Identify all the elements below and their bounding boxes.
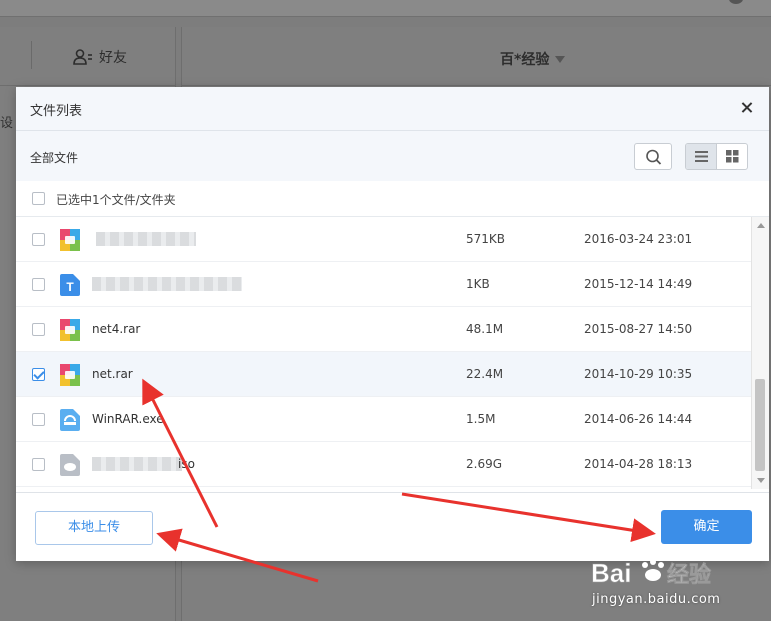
list-view-button[interactable] bbox=[686, 144, 717, 169]
file-size: 571KB bbox=[466, 232, 506, 246]
exe-file-icon bbox=[60, 409, 80, 431]
grid-view-button[interactable] bbox=[717, 144, 747, 169]
file-checkbox[interactable] bbox=[32, 458, 45, 471]
disk-file-icon bbox=[60, 454, 80, 476]
file-row[interactable]: T 1KB 2015-12-14 14:49 bbox=[16, 262, 751, 307]
tab-separator bbox=[31, 41, 32, 69]
friends-label: 好友 bbox=[99, 50, 127, 66]
background-settings-fragment: 设 bbox=[0, 116, 14, 131]
file-name[interactable]: iso bbox=[178, 457, 195, 471]
file-size: 48.1M bbox=[466, 322, 504, 336]
selection-summary: 已选中1个文件/文件夹 bbox=[56, 193, 176, 207]
archive-file-icon bbox=[60, 364, 80, 386]
file-list-scrollbar[interactable] bbox=[751, 217, 769, 489]
close-icon[interactable] bbox=[739, 100, 755, 116]
breadcrumb[interactable]: 全部文件 bbox=[30, 149, 78, 166]
file-name[interactable]: net.rar bbox=[92, 367, 133, 381]
obscured-file-name bbox=[96, 232, 196, 246]
scroll-up-icon[interactable] bbox=[757, 223, 765, 228]
svg-text:经验: 经验 bbox=[667, 562, 711, 588]
friends-tab: 好友 bbox=[73, 47, 127, 67]
background-main-header bbox=[181, 27, 771, 86]
file-modified-date: 2014-04-28 18:13 bbox=[584, 457, 693, 471]
svg-text:T: T bbox=[66, 280, 74, 294]
file-modified-date: 2016-03-24 23:01 bbox=[584, 232, 693, 246]
background-avatar bbox=[729, 0, 743, 4]
file-row[interactable]: WinRAR.exe 1.5M 2014-06-26 14:44 bbox=[16, 397, 751, 442]
text-file-icon: T bbox=[60, 274, 80, 296]
background-center-title: 百*经验 bbox=[500, 49, 566, 69]
dialog-header: 文件列表 bbox=[16, 87, 769, 131]
file-modified-date: 2015-12-14 14:49 bbox=[584, 277, 693, 291]
dialog-toolbar: 全部文件 bbox=[16, 131, 769, 181]
obscured-file-name bbox=[92, 457, 182, 471]
file-list: 571KB 2016-03-24 23:01 T 1KB 2015-12-14 14:4… bbox=[16, 217, 751, 489]
file-modified-date: 2015-08-27 14:50 bbox=[584, 322, 693, 336]
watermark-url: jingyan.baidu.com bbox=[592, 592, 721, 607]
file-size: 1.5M bbox=[466, 412, 496, 426]
footer-divider bbox=[16, 492, 769, 493]
obscured-file-name bbox=[92, 277, 242, 291]
dialog-title: 文件列表 bbox=[30, 104, 83, 119]
archive-file-icon bbox=[60, 319, 80, 341]
archive-file-icon bbox=[60, 229, 80, 251]
list-view-icon bbox=[695, 151, 708, 162]
file-modified-date: 2014-10-29 10:35 bbox=[584, 367, 693, 381]
file-row[interactable]: iso 2.69G 2014-04-28 18:13 bbox=[16, 442, 751, 487]
file-size: 2.69G bbox=[466, 457, 503, 471]
file-checkbox[interactable] bbox=[32, 233, 45, 246]
file-checkbox[interactable] bbox=[32, 413, 45, 426]
caret-down-icon bbox=[555, 55, 566, 63]
center-title-text: 百*经验 bbox=[500, 52, 550, 68]
file-modified-date: 2014-06-26 14:44 bbox=[584, 412, 693, 426]
background-top-bar bbox=[0, 0, 771, 17]
file-list-dialog: 文件列表 全部文件 已选中1个文件/文件夹 571KB 2016-03-24 2… bbox=[16, 87, 769, 561]
file-name[interactable]: net4.rar bbox=[92, 322, 140, 336]
file-list-header: 已选中1个文件/文件夹 bbox=[16, 181, 769, 217]
baidu-jingyan-watermark: Bai 经验 bbox=[591, 558, 711, 589]
select-all-checkbox[interactable] bbox=[32, 192, 45, 205]
file-size: 22.4M bbox=[466, 367, 504, 381]
file-row[interactable]: 571KB 2016-03-24 23:01 bbox=[16, 217, 751, 262]
file-checkbox[interactable] bbox=[32, 323, 45, 336]
file-size: 1KB bbox=[466, 277, 490, 291]
friends-icon bbox=[73, 49, 92, 65]
search-button[interactable] bbox=[634, 143, 672, 170]
local-upload-button[interactable]: 本地上传 bbox=[35, 511, 153, 545]
svg-text:Bai: Bai bbox=[591, 558, 631, 588]
scroll-thumb[interactable] bbox=[755, 379, 765, 471]
file-checkbox[interactable] bbox=[32, 278, 45, 291]
view-mode-toggle bbox=[685, 143, 748, 170]
file-row[interactable]: net4.rar 48.1M 2015-08-27 14:50 bbox=[16, 307, 751, 352]
search-icon bbox=[646, 149, 662, 165]
file-name[interactable]: WinRAR.exe bbox=[92, 412, 164, 426]
scroll-down-icon[interactable] bbox=[757, 478, 765, 483]
file-row[interactable]: net.rar 22.4M 2014-10-29 10:35 bbox=[16, 352, 751, 397]
file-checkbox[interactable] bbox=[32, 368, 45, 381]
confirm-button[interactable]: 确定 bbox=[661, 510, 752, 544]
grid-view-icon bbox=[726, 150, 739, 163]
